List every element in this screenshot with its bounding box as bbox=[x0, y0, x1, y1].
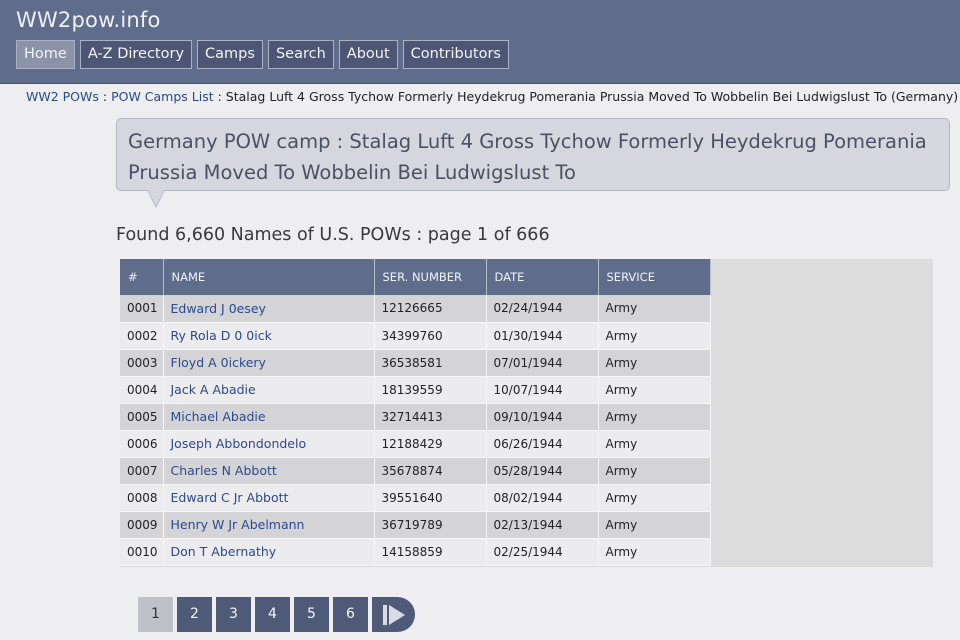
cell-name-link[interactable]: Joseph Abbondondelo bbox=[163, 430, 375, 458]
cell-serial: 36719789 bbox=[374, 511, 487, 539]
results-table-container: # NAME SER. NUMBER DATE SERVICE 0001 Edwa… bbox=[120, 259, 933, 567]
cell-service: Army bbox=[598, 538, 711, 566]
page-6-button[interactable]: 6 bbox=[333, 597, 368, 632]
cell-date: 10/07/1944 bbox=[486, 376, 599, 404]
cell-serial: 14158859 bbox=[374, 538, 487, 566]
cell-service: Army bbox=[598, 349, 711, 377]
site-title[interactable]: WW2pow.info bbox=[16, 8, 161, 32]
cell-service: Army bbox=[598, 484, 711, 512]
results-count: Found 6,660 Names of U.S. POWs : page 1 … bbox=[116, 225, 550, 245]
nav-contributors[interactable]: Contributors bbox=[402, 40, 509, 69]
col-header-number[interactable]: # bbox=[120, 259, 164, 295]
cell-date: 05/28/1944 bbox=[486, 457, 599, 485]
cell-date: 01/30/1944 bbox=[486, 322, 599, 350]
cell-service: Army bbox=[598, 511, 711, 539]
page-1-button[interactable]: 1 bbox=[138, 597, 173, 632]
nav-home[interactable]: Home bbox=[16, 40, 75, 69]
cell-number: 0008 bbox=[120, 484, 164, 512]
cell-name-link[interactable]: Charles N Abbott bbox=[163, 457, 375, 485]
table-row: 0007 Charles N Abbott 35678874 05/28/1944 Ar… bbox=[120, 457, 711, 485]
cell-name-link[interactable]: Ry Rola D 0 0ick bbox=[163, 322, 375, 350]
cell-service: Army bbox=[598, 376, 711, 404]
col-header-date[interactable]: DATE bbox=[486, 259, 599, 295]
nav-search[interactable]: Search bbox=[267, 40, 334, 69]
cell-date: 06/26/1944 bbox=[486, 430, 599, 458]
cell-serial: 12188429 bbox=[374, 430, 487, 458]
breadcrumb-separator: : bbox=[213, 89, 226, 104]
next-play-icon bbox=[382, 604, 405, 625]
cell-name-link[interactable]: Jack A Abadie bbox=[163, 376, 375, 404]
page-title: Germany POW camp : Stalag Luft 4 Gross T… bbox=[116, 118, 950, 191]
nav-a-z-directory[interactable]: A-Z Directory bbox=[79, 40, 193, 69]
table-row: 0006 Joseph Abbondondelo 12188429 06/26/194… bbox=[120, 430, 711, 458]
title-pointer-fill bbox=[148, 190, 164, 206]
cell-serial: 36538581 bbox=[374, 349, 487, 377]
cell-service: Army bbox=[598, 430, 711, 458]
cell-name-link[interactable]: Floyd A 0ickery bbox=[163, 349, 375, 377]
table-header-row: # NAME SER. NUMBER DATE SERVICE bbox=[120, 259, 711, 295]
page-5-button[interactable]: 5 bbox=[294, 597, 329, 632]
cell-number: 0005 bbox=[120, 403, 164, 431]
cell-number: 0004 bbox=[120, 376, 164, 404]
pagination: 1 2 3 4 5 6 bbox=[138, 597, 415, 632]
cell-date: 07/01/1944 bbox=[486, 349, 599, 377]
cell-name-link[interactable]: Henry W Jr Abelmann bbox=[163, 511, 375, 539]
cell-number: 0010 bbox=[120, 538, 164, 566]
cell-service: Army bbox=[598, 295, 711, 323]
main-nav: Home A-Z Directory Camps Search About Co… bbox=[16, 40, 514, 69]
cell-serial: 12126665 bbox=[374, 295, 487, 323]
cell-number: 0009 bbox=[120, 511, 164, 539]
table-row: 0005 Michael Abadie 32714413 09/10/1944 Army bbox=[120, 403, 711, 431]
table-row: 0009 Henry W Jr Abelmann 36719789 02/13/194… bbox=[120, 511, 711, 539]
cell-date: 02/24/1944 bbox=[486, 295, 599, 323]
col-header-serial[interactable]: SER. NUMBER bbox=[374, 259, 487, 295]
site-header: WW2pow.info Home A-Z Directory Camps Sea… bbox=[0, 0, 960, 84]
table-row: 0001 Edward J 0esey 12126665 02/24/1944 Army bbox=[120, 295, 711, 323]
table-row: 0010 Don T Abernathy 14158859 02/25/1944 Arm… bbox=[120, 538, 711, 566]
table-row: 0002 Ry Rola D 0 0ick 34399760 01/30/1944 Ar… bbox=[120, 322, 711, 350]
cell-date: 08/02/1944 bbox=[486, 484, 599, 512]
cell-serial: 39551640 bbox=[374, 484, 487, 512]
col-header-name[interactable]: NAME bbox=[163, 259, 375, 295]
cell-serial: 32714413 bbox=[374, 403, 487, 431]
nav-about[interactable]: About bbox=[338, 40, 398, 69]
breadcrumb-current: Stalag Luft 4 Gross Tychow Formerly Heyd… bbox=[225, 89, 959, 104]
table-row: 0008 Edward C Jr Abbott 39551640 08/02/1944… bbox=[120, 484, 711, 512]
table-row: 0004 Jack A Abadie 18139559 10/07/1944 Army bbox=[120, 376, 711, 404]
pow-table: # NAME SER. NUMBER DATE SERVICE 0001 Edwa… bbox=[120, 259, 711, 566]
cell-name-link[interactable]: Edward J 0esey bbox=[163, 295, 375, 323]
cell-service: Army bbox=[598, 403, 711, 431]
cell-serial: 18139559 bbox=[374, 376, 487, 404]
col-header-service[interactable]: SERVICE bbox=[598, 259, 711, 295]
page-3-button[interactable]: 3 bbox=[216, 597, 251, 632]
table-row: 0003 Floyd A 0ickery 36538581 07/01/1944 Arm… bbox=[120, 349, 711, 377]
cell-name-link[interactable]: Don T Abernathy bbox=[163, 538, 375, 566]
breadcrumb-ww2-pows-link[interactable]: WW2 POWs bbox=[26, 89, 99, 104]
cell-date: 02/25/1944 bbox=[486, 538, 599, 566]
page-2-button[interactable]: 2 bbox=[177, 597, 212, 632]
nav-camps[interactable]: Camps bbox=[197, 40, 263, 69]
next-page-button[interactable] bbox=[372, 597, 415, 632]
cell-serial: 35678874 bbox=[374, 457, 487, 485]
cell-number: 0003 bbox=[120, 349, 164, 377]
cell-name-link[interactable]: Michael Abadie bbox=[163, 403, 375, 431]
cell-number: 0002 bbox=[120, 322, 164, 350]
page-4-button[interactable]: 4 bbox=[255, 597, 290, 632]
cell-date: 09/10/1944 bbox=[486, 403, 599, 431]
cell-service: Army bbox=[598, 322, 711, 350]
cell-number: 0001 bbox=[120, 295, 164, 323]
cell-service: Army bbox=[598, 457, 711, 485]
cell-name-link[interactable]: Edward C Jr Abbott bbox=[163, 484, 375, 512]
cell-date: 02/13/1944 bbox=[486, 511, 599, 539]
breadcrumb: WW2 POWs : POW Camps List : Stalag Luft … bbox=[26, 89, 958, 104]
cell-number: 0007 bbox=[120, 457, 164, 485]
breadcrumb-camps-list-link[interactable]: POW Camps List bbox=[111, 89, 214, 104]
breadcrumb-separator: : bbox=[98, 89, 112, 104]
cell-number: 0006 bbox=[120, 430, 164, 458]
cell-serial: 34399760 bbox=[374, 322, 487, 350]
